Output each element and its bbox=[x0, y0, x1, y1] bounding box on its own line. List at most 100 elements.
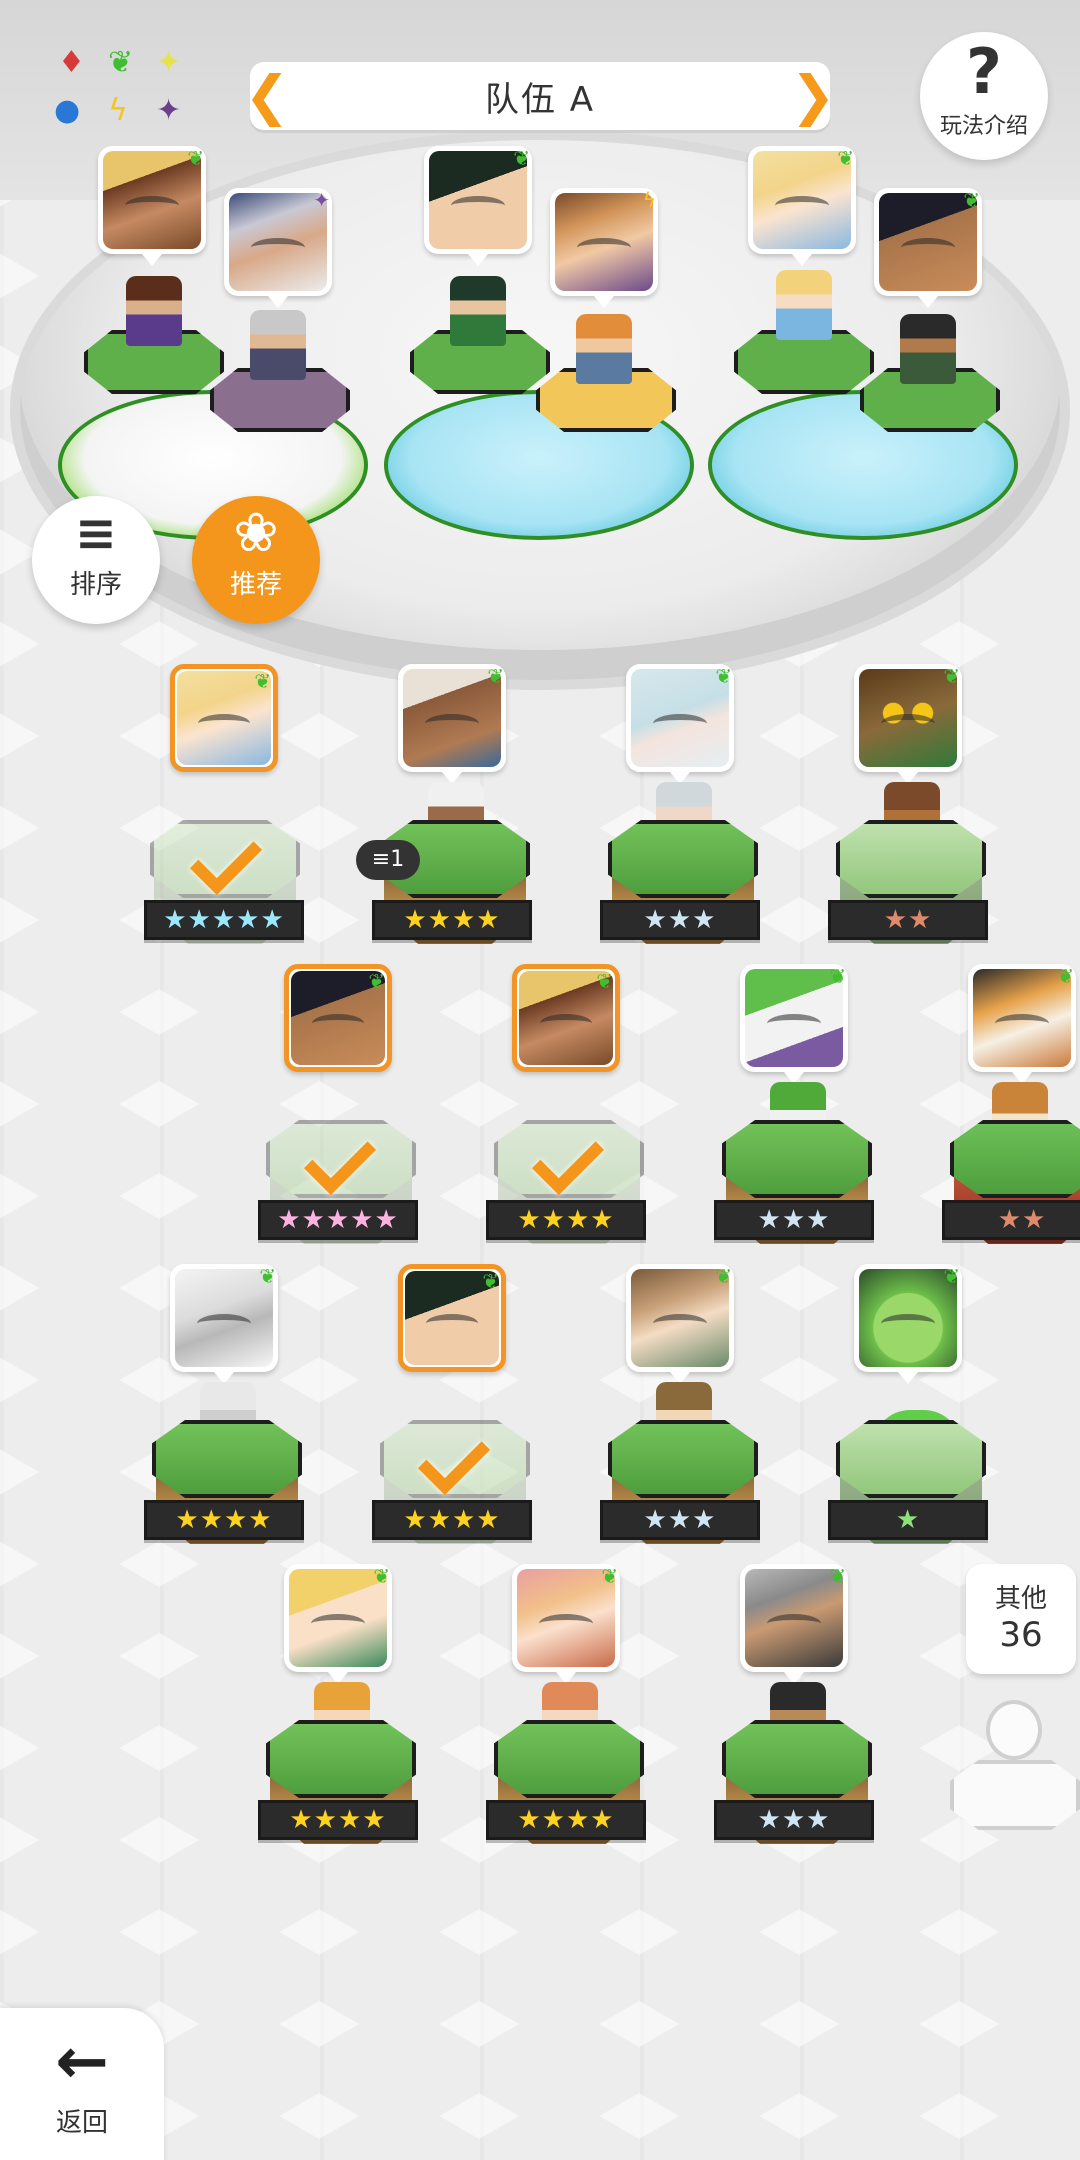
arrow-left-icon: ← bbox=[55, 2025, 109, 2099]
roster-portrait-2[interactable]: ❦ bbox=[398, 664, 506, 784]
lightning-icon: ϟ bbox=[108, 93, 128, 128]
leaf-icon: ❦ bbox=[254, 669, 271, 693]
roster-portrait-11[interactable]: ❦ bbox=[626, 1264, 734, 1384]
team-title: 队伍 A bbox=[484, 79, 596, 120]
roster-portrait-8[interactable]: ❦ bbox=[968, 964, 1076, 1084]
sort-button[interactable]: ≡ 排序 bbox=[32, 496, 160, 624]
roster-portrait-3[interactable]: ❦ bbox=[626, 664, 734, 784]
other-heroes-card[interactable]: 其他 36 bbox=[966, 1564, 1076, 1674]
circle-icon: ● bbox=[54, 93, 81, 128]
roster-stars-15: ★★★ bbox=[714, 1800, 874, 1840]
roster-portrait-5[interactable]: ❦ bbox=[284, 964, 392, 1072]
roster-portrait-9[interactable]: ❦ bbox=[170, 1264, 278, 1384]
leaf-icon: ❦ bbox=[1057, 964, 1074, 988]
roster-stars-7: ★★★ bbox=[714, 1200, 874, 1240]
leaf-icon: ❦ bbox=[963, 188, 980, 212]
team-selector: ❮ 队伍 A ❯ bbox=[244, 62, 836, 130]
leaf-icon: ❦ bbox=[513, 146, 530, 170]
roster-portrait-4[interactable]: ❦ bbox=[854, 664, 962, 784]
roster-stars-3: ★★★ bbox=[600, 900, 760, 940]
roster-stars-13: ★★★★ bbox=[258, 1800, 418, 1840]
roster-portrait-13[interactable]: ❦ bbox=[284, 1564, 392, 1684]
element-legend: ♦ ❦ ✦ ● ϟ ✦ bbox=[50, 48, 190, 138]
team-slot-3[interactable] bbox=[410, 330, 550, 450]
roster-portrait-1[interactable]: ❦ bbox=[170, 664, 278, 772]
leaf-icon: ❦ bbox=[373, 1564, 390, 1588]
leaf-icon: ❦ bbox=[943, 664, 960, 688]
leaf-icon: ❦ bbox=[943, 1264, 960, 1288]
roster-portrait-7[interactable]: ❦ bbox=[740, 964, 848, 1084]
team-sprite-4 bbox=[576, 314, 632, 384]
team-portrait-3[interactable]: ❦ bbox=[424, 146, 532, 266]
leaf-icon: ❦ bbox=[829, 964, 846, 988]
leaf-icon: ❦ bbox=[837, 146, 854, 170]
roster-portrait-12[interactable]: ❦ bbox=[854, 1264, 962, 1384]
team-slot-6[interactable] bbox=[860, 368, 1000, 488]
team-slot-1[interactable] bbox=[84, 330, 224, 450]
recommend-label: 推荐 bbox=[229, 570, 282, 600]
roster-stars-14: ★★★★ bbox=[486, 1800, 646, 1840]
leaf-icon: ❦ bbox=[715, 664, 732, 688]
leaf-icon: ❦ bbox=[108, 45, 134, 80]
roster-stars-9: ★★★★ bbox=[144, 1500, 304, 1540]
team-sprite-3 bbox=[450, 276, 506, 346]
team-sprite-6 bbox=[900, 314, 956, 384]
roster-stars-6: ★★★★ bbox=[486, 1200, 646, 1240]
leaf-icon: ❦ bbox=[487, 664, 504, 688]
roster-portrait-15[interactable]: ❦ bbox=[740, 1564, 848, 1684]
roster-stars-1: ★★★★★ bbox=[144, 900, 304, 940]
roster-stars-8: ★★ bbox=[942, 1200, 1080, 1240]
back-label: 返回 bbox=[55, 2108, 108, 2138]
selected-check-icon bbox=[526, 1140, 606, 1186]
selected-check-icon bbox=[412, 1440, 492, 1486]
roster-stars-12: ★ bbox=[828, 1500, 988, 1540]
team-sprite-2 bbox=[250, 310, 306, 380]
diamond-icon: ♦ bbox=[58, 45, 85, 80]
team-portrait-4[interactable]: ϟ bbox=[550, 188, 658, 308]
leaf-icon: ❦ bbox=[829, 1564, 846, 1588]
other-count: 36 bbox=[999, 1615, 1043, 1655]
sort-icon: ≡ bbox=[75, 504, 117, 562]
question-icon: ? bbox=[966, 35, 1002, 108]
dark-star-icon: ✦ bbox=[156, 93, 182, 128]
dark-star-icon: ✦ bbox=[313, 188, 330, 212]
team-portrait-5[interactable]: ❦ bbox=[748, 146, 856, 266]
roster-portrait-14[interactable]: ❦ bbox=[512, 1564, 620, 1684]
roster-stars-5: ★★★★★ bbox=[258, 1200, 418, 1240]
leaf-icon: ❦ bbox=[259, 1264, 276, 1288]
roster-portrait-6[interactable]: ❦ bbox=[512, 964, 620, 1072]
selected-check-icon bbox=[298, 1140, 378, 1186]
leaf-icon: ❦ bbox=[715, 1264, 732, 1288]
team-slot-2[interactable] bbox=[210, 368, 350, 488]
roster-stars-2: ★★★★ bbox=[372, 900, 532, 940]
help-button[interactable]: ? 玩法介绍 bbox=[920, 32, 1048, 160]
leaf-icon: ❦ bbox=[187, 146, 204, 170]
lightning-icon: ϟ bbox=[642, 188, 656, 212]
leaf-icon: ❦ bbox=[596, 969, 613, 993]
prev-team-arrow[interactable]: ❮ bbox=[242, 66, 292, 126]
roster-portrait-10[interactable]: ❦ bbox=[398, 1264, 506, 1372]
team-sprite-1 bbox=[126, 276, 182, 346]
team-sprite-5 bbox=[776, 270, 832, 340]
recommend-button[interactable]: ❀ 推荐 bbox=[192, 496, 320, 624]
leaf-icon: ❦ bbox=[601, 1564, 618, 1588]
team-portrait-2[interactable]: ✦ bbox=[224, 188, 332, 308]
roster-stars-10: ★★★★ bbox=[372, 1500, 532, 1540]
team-slot-5[interactable] bbox=[734, 330, 874, 450]
flower-icon: ❀ bbox=[233, 501, 279, 564]
other-placeholder-slot[interactable] bbox=[950, 1700, 1080, 1870]
leaf-icon: ❦ bbox=[482, 1269, 499, 1293]
selected-check-icon bbox=[184, 840, 264, 886]
sort-label: 排序 bbox=[69, 570, 122, 600]
team-portrait-1[interactable]: ❦ bbox=[98, 146, 206, 266]
roster-stars-4: ★★ bbox=[828, 900, 988, 940]
team-portrait-6[interactable]: ❦ bbox=[874, 188, 982, 308]
sparkle-icon: ✦ bbox=[156, 45, 182, 80]
duplicate-badge: ≡1 bbox=[356, 840, 420, 880]
team-slot-4[interactable] bbox=[536, 368, 676, 488]
leaf-icon: ❦ bbox=[368, 969, 385, 993]
next-team-arrow[interactable]: ❯ bbox=[788, 66, 838, 126]
help-label: 玩法介绍 bbox=[939, 114, 1028, 139]
other-label: 其他 bbox=[994, 1584, 1047, 1614]
back-button[interactable]: ← 返回 bbox=[0, 2008, 164, 2160]
